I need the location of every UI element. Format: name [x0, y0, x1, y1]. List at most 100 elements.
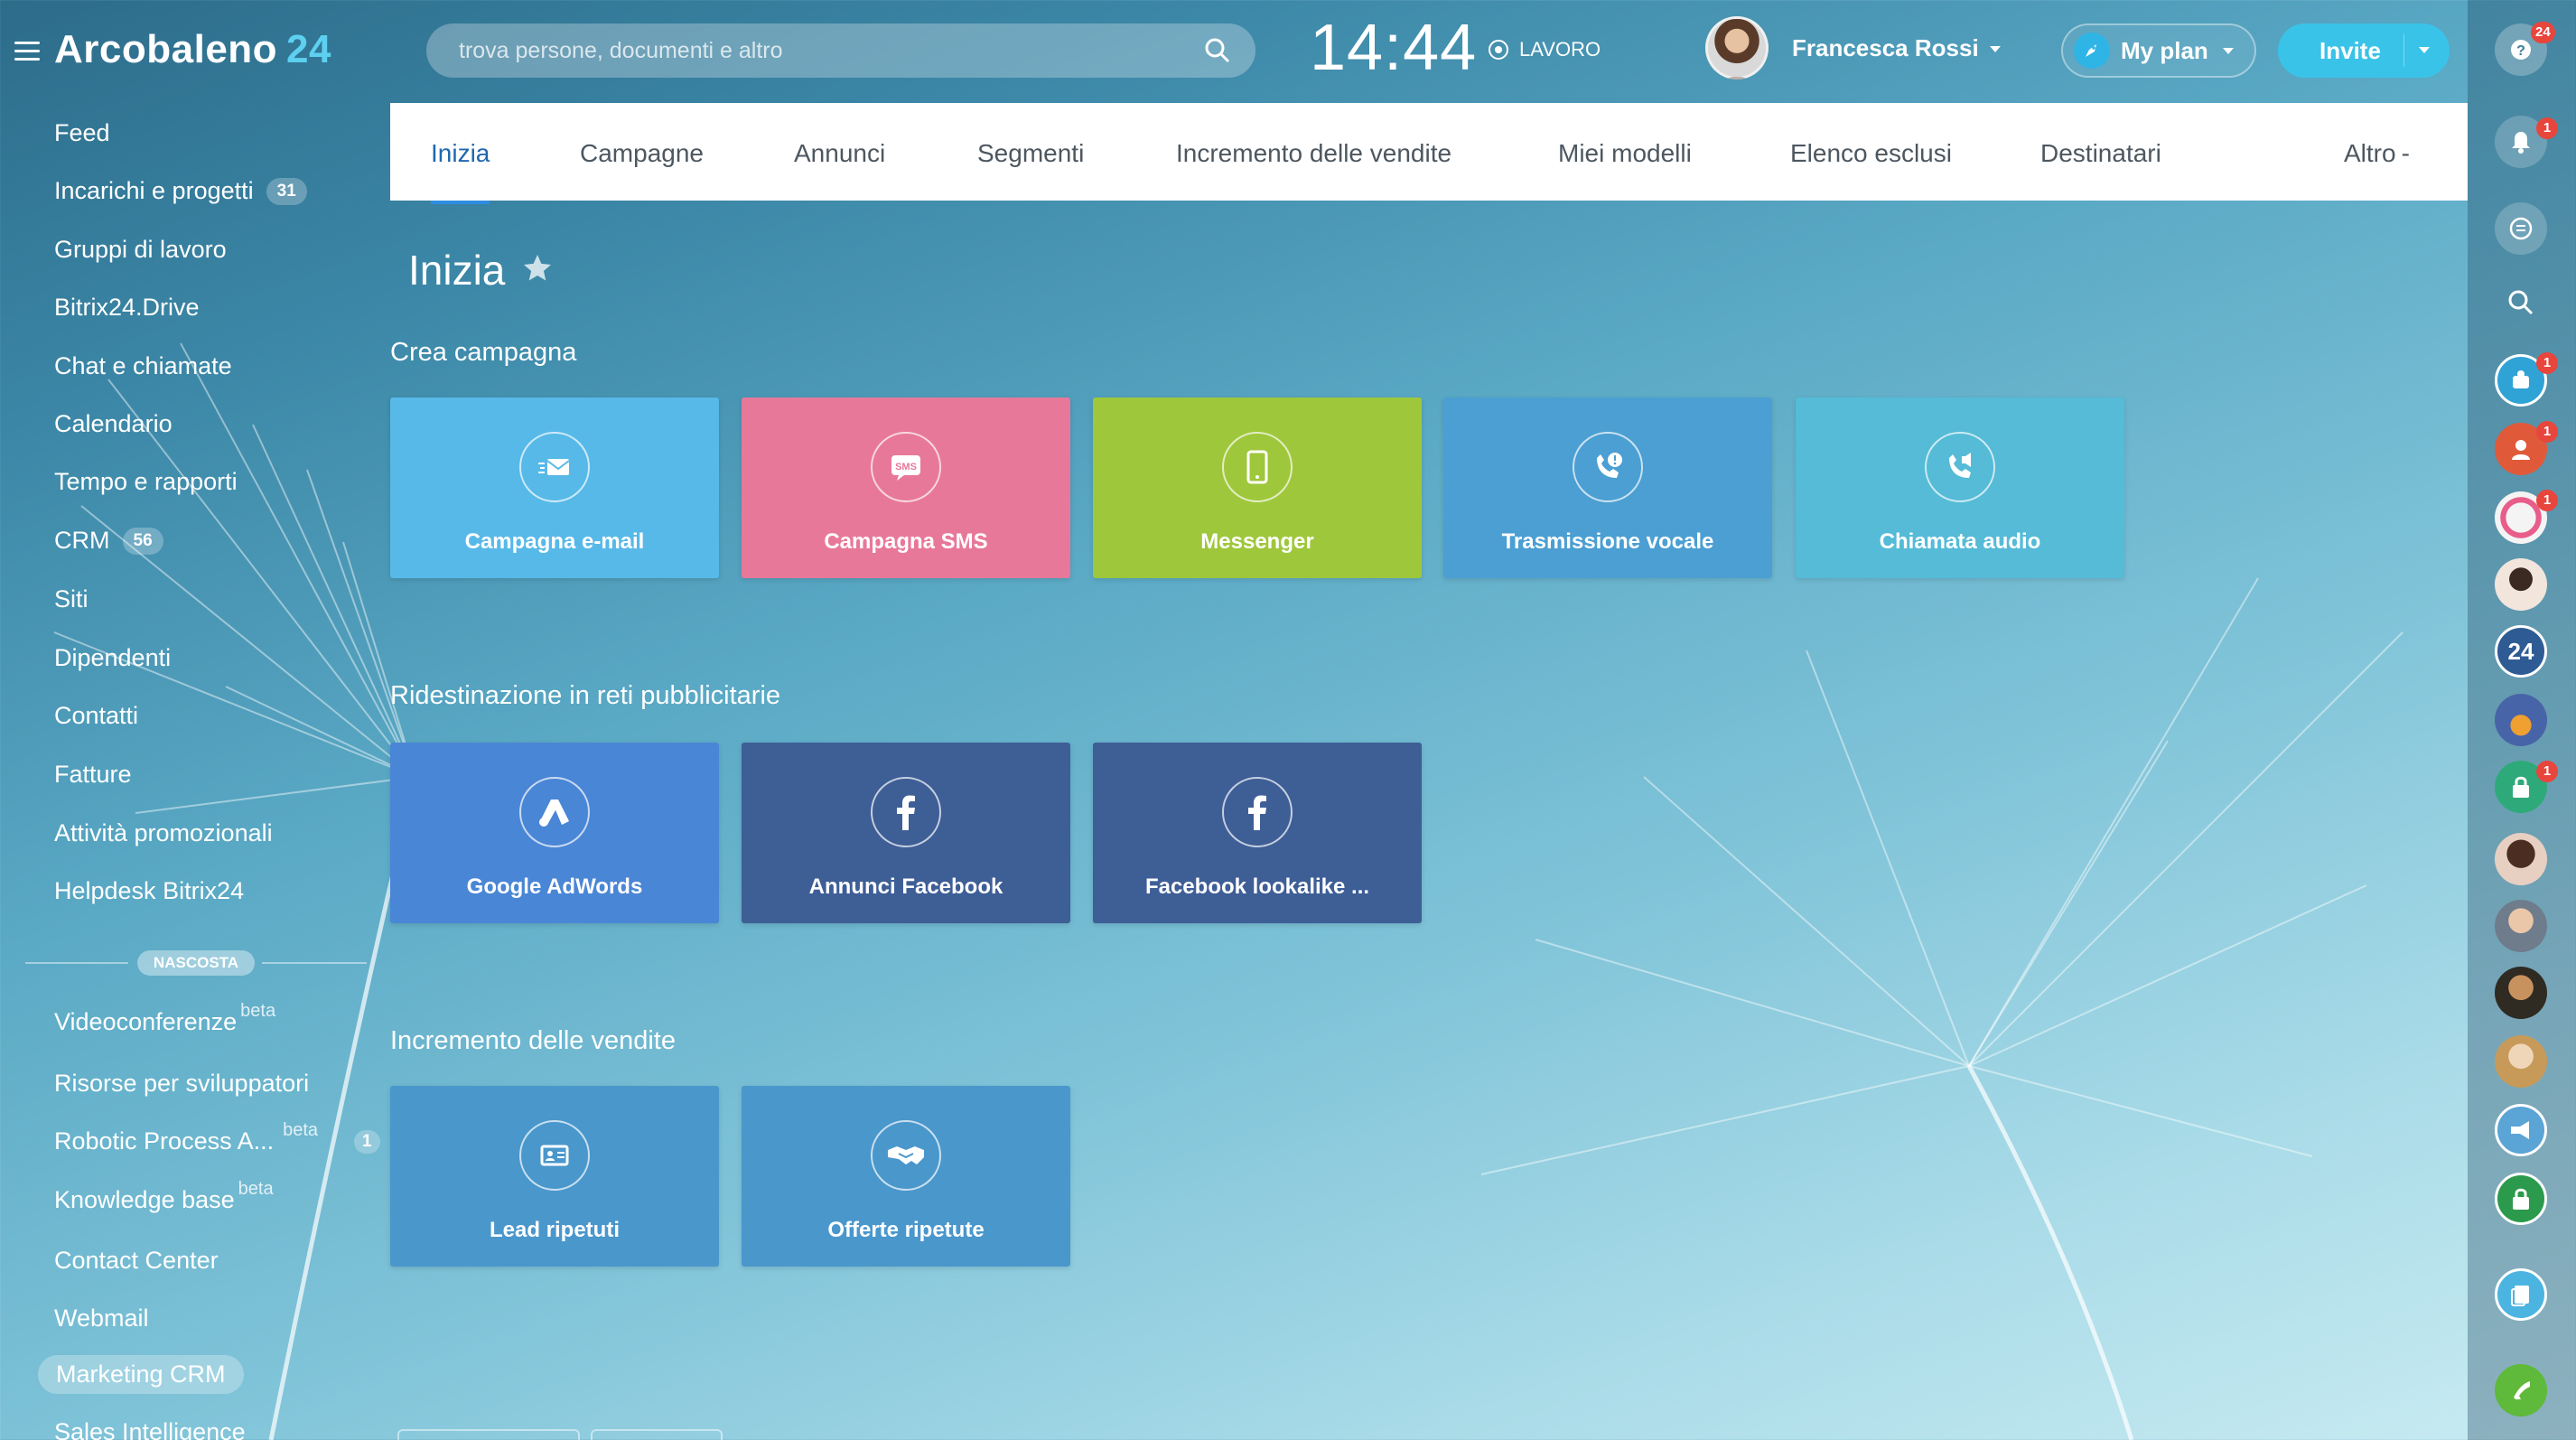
- more-button[interactable]: [397, 1429, 580, 1440]
- tab-annunci[interactable]: Annunci: [794, 139, 885, 168]
- bitrix24-icon[interactable]: 24: [2495, 625, 2547, 678]
- tile-voice-broadcast[interactable]: Trasmissione vocale: [1443, 397, 1772, 578]
- tab-incremento-vendite[interactable]: Incremento delle vendite: [1176, 139, 1451, 168]
- menu-icon[interactable]: [14, 42, 40, 61]
- sidebar-item-webmail[interactable]: Webmail: [54, 1304, 149, 1332]
- sidebar-item-drive[interactable]: Bitrix24.Drive: [54, 294, 200, 322]
- page-title-text: Inizia: [408, 247, 506, 294]
- contact-badge: 1: [2536, 421, 2558, 443]
- my-plan-button[interactable]: My plan: [2061, 23, 2256, 78]
- tile-repeat-leads[interactable]: Lead ripetuti: [390, 1086, 719, 1267]
- sidebar-item-employees[interactable]: Dipendenti: [54, 644, 171, 672]
- svg-text:SMS: SMS: [895, 462, 917, 472]
- contact-avatar[interactable]: [2495, 900, 2547, 952]
- tab-miei-modelli[interactable]: Miei modelli: [1558, 139, 1692, 168]
- tab-destinatari[interactable]: Destinatari: [2040, 139, 2161, 168]
- tile-email-campaign[interactable]: Campagna e-mail: [390, 397, 719, 578]
- invite-button[interactable]: Invite: [2278, 23, 2450, 78]
- contact-avatar[interactable]: [2495, 1035, 2547, 1088]
- contact-avatar[interactable]: [2495, 833, 2547, 885]
- tile-label: Annunci Facebook: [808, 874, 1003, 899]
- audio-call-icon: [1925, 432, 1995, 502]
- tile-label: Campagna SMS: [824, 529, 988, 554]
- sidebar-item-sites[interactable]: Siti: [54, 585, 89, 613]
- sidebar-item-time-reports[interactable]: Tempo e rapporti: [54, 468, 238, 496]
- tile-label: Google AdWords: [466, 874, 643, 899]
- user-name: Francesca Rossi: [1792, 33, 1979, 61]
- beta-label: beta: [283, 1120, 319, 1140]
- sidebar-item-promotions[interactable]: Attività promozionali: [54, 819, 273, 847]
- tab-campagne[interactable]: Campagne: [580, 139, 704, 168]
- sidebar-item-videoconference[interactable]: Videoconferenze beta: [54, 1001, 275, 1036]
- tile-sms-campaign[interactable]: SMS Campagna SMS: [742, 397, 1070, 578]
- document-icon[interactable]: [2495, 1268, 2547, 1321]
- sidebar-item-tasks[interactable]: Incarichi e progetti 31: [54, 177, 307, 205]
- sms-icon: SMS: [871, 432, 941, 502]
- tile-facebook-lookalike[interactable]: Facebook lookalike ...: [1093, 743, 1422, 923]
- help-badge: 24: [2531, 22, 2555, 43]
- tile-messenger[interactable]: Messenger: [1093, 397, 1422, 578]
- my-plan-label: My plan: [2121, 36, 2208, 64]
- top-bar: Arcobaleno24 14:44 LAVORO Francesca Ross…: [0, 0, 2475, 101]
- work-status[interactable]: LAVORO: [1489, 38, 1601, 61]
- clock-time[interactable]: 14:44: [1310, 11, 1477, 85]
- background-dandelion-image: [53, 342, 2403, 1440]
- phone-icon[interactable]: [2495, 1364, 2547, 1417]
- tile-label: Campagna e-mail: [464, 529, 645, 554]
- chevron-down-icon[interactable]: [2419, 47, 2430, 53]
- adwords-icon: [519, 777, 590, 847]
- section-title-retargeting: Ridestinazione in reti pubblicitarie: [390, 681, 781, 710]
- sidebar-item-feed[interactable]: Feed: [54, 119, 110, 147]
- beta-label: beta: [240, 1001, 276, 1021]
- svg-text:?: ?: [2516, 43, 2525, 59]
- sidebar-item-contact-center[interactable]: Contact Center: [54, 1247, 219, 1275]
- chat-icon[interactable]: [2495, 202, 2547, 255]
- chevron-down-icon: -: [2401, 139, 2410, 167]
- tab-elenco-esclusi[interactable]: Elenco esclusi: [1790, 139, 1952, 168]
- hidden-items-divider[interactable]: NASCOSTA: [25, 950, 367, 976]
- tile-audio-call[interactable]: Chiamata audio: [1796, 397, 2124, 578]
- mobile-icon: [1222, 432, 1293, 502]
- app-logo[interactable]: Arcobaleno 24: [54, 27, 331, 72]
- voice-broadcast-icon: [1573, 432, 1643, 502]
- tab-segmenti[interactable]: Segmenti: [977, 139, 1084, 168]
- sidebar-item-helpdesk[interactable]: Helpdesk Bitrix24: [54, 877, 244, 905]
- search-icon[interactable]: [1203, 36, 1232, 70]
- contact-avatar[interactable]: [2495, 558, 2547, 611]
- megaphone-icon[interactable]: [2495, 1104, 2547, 1156]
- tile-repeat-deals[interactable]: Offerte ripetute: [742, 1086, 1070, 1267]
- tab-inizia[interactable]: Inizia: [431, 139, 490, 204]
- bitrix24-label: 24: [2507, 637, 2534, 665]
- star-icon[interactable]: [521, 246, 554, 295]
- status-radio-icon: [1489, 40, 1508, 60]
- sidebar-item-crm[interactable]: CRM 56: [54, 527, 163, 555]
- sidebar-item-marketing-crm[interactable]: Marketing CRM: [38, 1355, 244, 1394]
- facebook-icon: [1222, 777, 1293, 847]
- invite-label: Invite: [2319, 36, 2381, 64]
- tab-altro[interactable]: Altro -: [2344, 139, 2410, 168]
- sidebar-item-invoices[interactable]: Fatture: [54, 761, 132, 789]
- contact-badge: 1: [2536, 761, 2558, 782]
- sidebar-item-chat[interactable]: Chat e chiamate: [54, 352, 232, 380]
- counter-badge: 1: [354, 1129, 380, 1154]
- sidebar-item-sales-intelligence[interactable]: Sales Intelligence: [54, 1418, 246, 1440]
- sidebar-item-knowledge-base[interactable]: Knowledge base beta: [54, 1179, 274, 1214]
- lock-icon[interactable]: [2495, 1173, 2547, 1225]
- sidebar-item-rpa[interactable]: Robotic Process A... beta 1: [54, 1120, 380, 1155]
- sidebar-item-developer-resources[interactable]: Risorse per sviluppatori: [54, 1070, 309, 1098]
- more-button[interactable]: [591, 1429, 723, 1440]
- contact-avatar[interactable]: [2495, 967, 2547, 1019]
- chevron-down-icon: [2222, 47, 2234, 54]
- group-avatar[interactable]: [2495, 694, 2547, 746]
- search-icon[interactable]: [2495, 276, 2547, 329]
- sidebar-item-contacts[interactable]: Contatti: [54, 702, 138, 730]
- tile-facebook-ads[interactable]: Annunci Facebook: [742, 743, 1070, 923]
- counter-badge: 31: [266, 177, 307, 205]
- tile-google-adwords[interactable]: Google AdWords: [390, 743, 719, 923]
- user-menu[interactable]: Francesca Rossi: [1705, 16, 2001, 79]
- sidebar-item-workgroups[interactable]: Gruppi di lavoro: [54, 236, 227, 264]
- section-title-create-campaign: Crea campagna: [390, 338, 577, 367]
- search-input[interactable]: [426, 23, 1167, 78]
- sidebar-item-calendar[interactable]: Calendario: [54, 410, 173, 438]
- tile-label: Lead ripetuti: [489, 1218, 620, 1242]
